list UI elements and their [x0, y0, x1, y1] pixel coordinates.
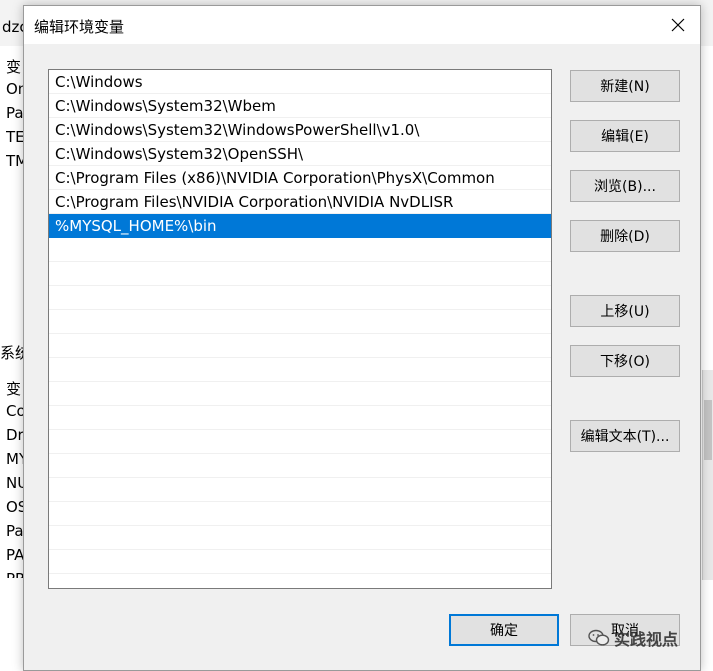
empty-list-row[interactable] — [49, 574, 551, 588]
empty-list-row[interactable] — [49, 454, 551, 478]
new-button[interactable]: 新建(N) — [570, 70, 680, 102]
background-upper-row[interactable]: On — [6, 80, 24, 98]
dialog-title-bar[interactable]: 编辑环境变量 — [24, 6, 700, 44]
empty-list-row[interactable] — [49, 526, 551, 550]
path-list-item[interactable]: C:\Windows — [49, 70, 551, 94]
background-lower-row[interactable]: OS — [6, 498, 24, 516]
empty-list-row[interactable] — [49, 238, 551, 262]
empty-list-row[interactable] — [49, 382, 551, 406]
browse-button[interactable]: 浏览(B)... — [570, 170, 680, 202]
background-title-fragment: dzcy — [2, 18, 24, 36]
background-scrollbar-thumb[interactable] — [704, 400, 712, 460]
empty-list-row[interactable] — [49, 286, 551, 310]
background-upper-row: 变 — [6, 58, 22, 76]
move-up-button[interactable]: 上移(U) — [570, 295, 680, 327]
background-upper-row[interactable]: Pa — [6, 104, 24, 122]
background-upper-row[interactable]: TM — [6, 152, 24, 170]
empty-list-row[interactable] — [49, 502, 551, 526]
watermark-text: 实践视点 — [614, 630, 679, 649]
path-list-item[interactable]: C:\Windows\System32\WindowsPowerShell\v1… — [49, 118, 551, 142]
dialog-title: 编辑环境变量 — [34, 18, 125, 36]
background-lower-row[interactable]: Dr — [6, 426, 24, 444]
path-list-item[interactable]: C:\Windows\System32\OpenSSH\ — [49, 142, 551, 166]
edit-text-button[interactable]: 编辑文本(T)... — [570, 420, 680, 452]
path-list[interactable]: C:\Windows C:\Windows\System32\Wbem C:\W… — [48, 69, 552, 589]
path-list-item[interactable]: C:\Program Files\NVIDIA Corporation\NVID… — [49, 190, 551, 214]
background-lower-row[interactable]: NU — [6, 474, 24, 492]
wechat-icon — [588, 629, 610, 646]
empty-list-row[interactable] — [49, 478, 551, 502]
empty-list-row[interactable] — [49, 550, 551, 574]
path-list-item[interactable]: C:\Windows\System32\Wbem — [49, 94, 551, 118]
path-list-item[interactable]: C:\Program Files (x86)\NVIDIA Corporatio… — [49, 166, 551, 190]
edit-button[interactable]: 编辑(E) — [570, 120, 680, 152]
ok-button[interactable]: 确定 — [449, 614, 559, 646]
background-lower-row[interactable]: Co — [6, 402, 24, 420]
background-lower-row[interactable]: Pa — [6, 522, 24, 540]
background-section-label: 系统 — [0, 344, 24, 362]
background-lower-row[interactable]: MY — [6, 450, 24, 468]
empty-list-row[interactable] — [49, 358, 551, 382]
close-icon[interactable] — [658, 10, 698, 40]
move-down-button[interactable]: 下移(O) — [570, 345, 680, 377]
edit-env-variable-dialog: 编辑环境变量 C:\Windows C:\Windows\System32\Wb… — [23, 5, 701, 671]
empty-list-row[interactable] — [49, 310, 551, 334]
empty-list-row[interactable] — [49, 262, 551, 286]
background-lower-row: 变 — [6, 380, 22, 398]
path-list-item[interactable]: %MYSQL_HOME%\bin — [49, 214, 551, 238]
background-upper-row[interactable]: TE — [6, 128, 24, 146]
delete-button[interactable]: 删除(D) — [570, 220, 680, 252]
watermark: 实践视点 — [588, 626, 678, 650]
empty-list-row[interactable] — [49, 430, 551, 454]
background-lower-row[interactable]: PA — [6, 546, 24, 564]
background-lower-row[interactable]: PR — [6, 570, 24, 578]
empty-list-row[interactable] — [49, 406, 551, 430]
empty-list-row[interactable] — [49, 334, 551, 358]
